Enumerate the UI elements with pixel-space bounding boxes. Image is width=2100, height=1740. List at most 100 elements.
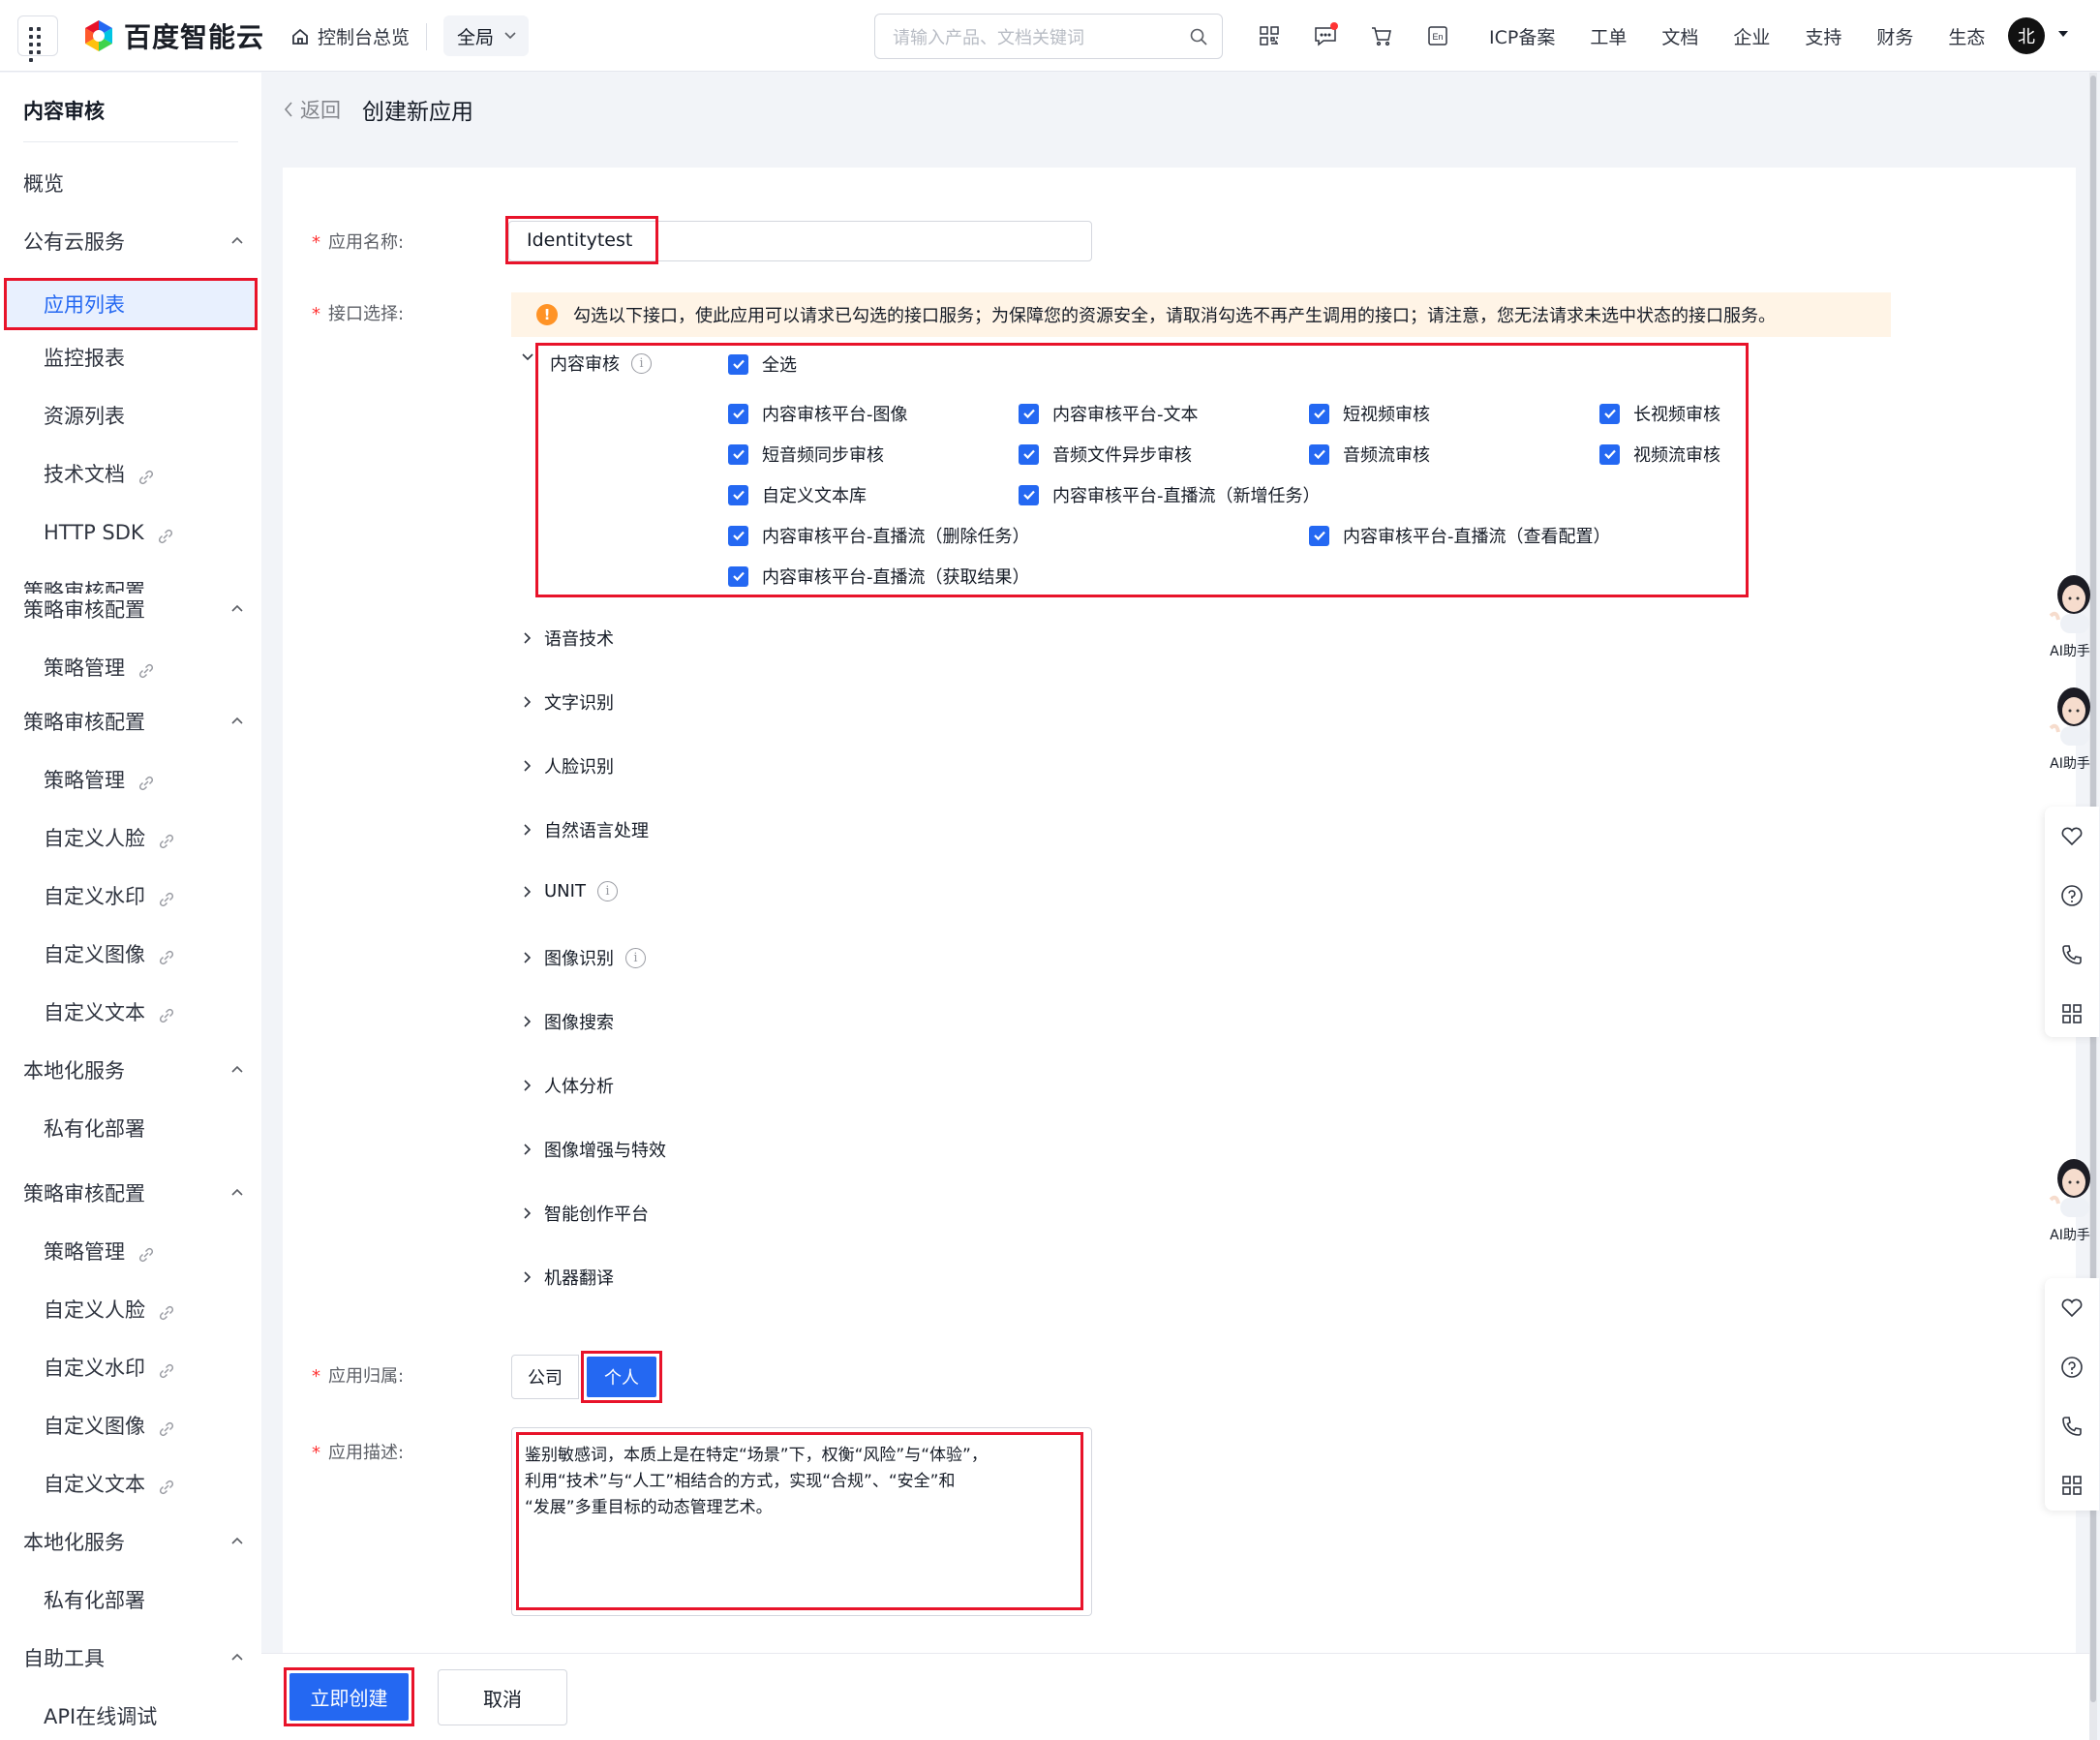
checkbox-label: 内容审核平台-直播流（删除任务） [762, 527, 1030, 547]
sidebar-item-custom-watermark[interactable]: 自定义水印 [0, 874, 261, 917]
top-link-finance[interactable]: 财务 [1876, 23, 1913, 49]
sidebar-item-custom-face[interactable]: 自定义人脸 [0, 816, 261, 859]
api-group-image-search[interactable]: 图像搜索 [523, 1009, 614, 1034]
api-group-ocr[interactable]: 文字识别 [523, 689, 614, 715]
checkbox-api-option[interactable]: 短音频同步审核 [728, 442, 884, 467]
api-group-speech[interactable]: 语音技术 [523, 626, 614, 651]
info-icon[interactable]: i [625, 947, 646, 968]
sidebar-item-app-list[interactable]: 应用列表 [4, 278, 258, 330]
phone-icon[interactable] [2045, 1396, 2099, 1455]
sidebar-item-tech-docs[interactable]: 技术文档 [0, 452, 261, 495]
top-link-icp[interactable]: ICP备案 [1489, 23, 1555, 49]
top-link-enterprise[interactable]: 企业 [1733, 23, 1770, 49]
sidebar-item-custom-watermark[interactable]: 自定义水印 [0, 1346, 261, 1389]
api-group-image-enhance[interactable]: 图像增强与特效 [523, 1137, 666, 1162]
sidebar-item-label: 策略审核配置 [23, 711, 145, 734]
sidebar-item-overview[interactable]: 概览 [0, 162, 261, 204]
back-button[interactable]: 返回 [283, 95, 341, 124]
checkbox-api-option[interactable]: 视频流审核 [1599, 442, 1720, 467]
api-group-body-analysis[interactable]: 人体分析 [523, 1073, 614, 1098]
sidebar-item-policy-manage[interactable]: 策略管理 [0, 1230, 261, 1272]
top-link-docs[interactable]: 文档 [1661, 23, 1698, 49]
apps-grid-icon[interactable] [2045, 1455, 2099, 1514]
region-scope-select[interactable]: 全局 [443, 15, 529, 56]
top-link-ticket[interactable]: 工单 [1590, 23, 1627, 49]
console-home-link[interactable]: 控制台总览 [290, 23, 410, 49]
sidebar-item-policy-manage[interactable]: 策略管理 [0, 758, 261, 801]
checkbox-api-option[interactable]: 内容审核平台-直播流（删除任务） [728, 523, 1030, 548]
sidebar-group-local-service[interactable]: 本地化服务 [0, 1049, 261, 1091]
sidebar-item-private-deploy[interactable]: 私有化部署 [0, 1107, 261, 1149]
checkbox-select-all[interactable]: 全选 [728, 351, 797, 377]
sidebar-group-policy-config[interactable]: 策略审核配置 [0, 588, 261, 630]
caret-down-icon[interactable] [2056, 27, 2070, 41]
sidebar-group-policy-config[interactable]: 策略审核配置 [0, 700, 261, 743]
ai-assistant-button[interactable]: AI助手 [2043, 1155, 2097, 1244]
sidebar-group-local-service[interactable]: 本地化服务 [0, 1520, 261, 1563]
sidebar-item-monitor-report[interactable]: 监控报表 [0, 336, 261, 379]
sidebar-item-label: 本地化服务 [23, 1531, 125, 1554]
api-group-label: 文字识别 [544, 693, 614, 714]
sidebar-group-public-cloud[interactable]: 公有云服务 [0, 220, 261, 262]
checkbox-api-option[interactable]: 内容审核平台-直播流（查看配置） [1309, 523, 1611, 548]
help-icon[interactable] [2045, 866, 2099, 925]
message-icon[interactable] [1311, 21, 1340, 50]
sidebar-group-self-tools[interactable]: 自助工具 [0, 1636, 261, 1679]
app-name-value[interactable]: Identitytest [505, 216, 658, 264]
top-link-support[interactable]: 支持 [1805, 23, 1841, 49]
api-group-content-audit[interactable]: 内容审核 i [550, 351, 652, 376]
favorite-icon[interactable] [2045, 807, 2099, 866]
api-group-face[interactable]: 人脸识别 [523, 753, 614, 778]
sidebar-item-private-deploy[interactable]: 私有化部署 [0, 1578, 261, 1621]
sidebar-item-api-debug[interactable]: API在线调试 [0, 1694, 261, 1737]
checkbox-api-option[interactable]: 内容审核平台-直播流（获取结果） [728, 564, 1030, 589]
sidebar-item-custom-text[interactable]: 自定义文本 [0, 1462, 261, 1505]
info-icon[interactable]: i [596, 881, 618, 901]
language-en-icon[interactable]: En [1423, 21, 1452, 50]
favorite-icon[interactable] [2045, 1278, 2099, 1337]
checkbox-api-option[interactable]: 短视频审核 [1309, 401, 1430, 426]
help-icon[interactable] [2045, 1337, 2099, 1396]
checkbox-api-option[interactable]: 长视频审核 [1599, 401, 1720, 426]
cart-icon[interactable] [1367, 21, 1396, 50]
owner-option-personal[interactable]: 个人 [587, 1357, 656, 1397]
sidebar-item-http-sdk[interactable]: HTTP SDK [0, 511, 261, 554]
checkbox-api-option[interactable]: 内容审核平台-文本 [1019, 401, 1199, 426]
search-input[interactable]: 请输入产品、文档关键词 [874, 14, 1223, 59]
sidebar-item-custom-image[interactable]: 自定义图像 [0, 1404, 261, 1447]
avatar[interactable]: 北 [2008, 17, 2045, 54]
apps-grid-icon[interactable] [2045, 984, 2099, 1043]
sidebar-group-policy-config[interactable]: 策略审核配置 [0, 1172, 261, 1214]
app-desc-value[interactable]: 鉴别敏感词，本质上是在特定“场景”下，权衡“风险”与“体验”， 利用“技术”与“… [516, 1432, 1083, 1610]
checkbox-api-option[interactable]: 内容审核平台-图像 [728, 401, 908, 426]
sidebar-item-label: 本地化服务 [23, 1059, 125, 1083]
cancel-button[interactable]: 取消 [438, 1669, 567, 1725]
chevron-down-icon[interactable] [521, 352, 534, 362]
checkbox-api-option[interactable]: 音频文件异步审核 [1019, 442, 1192, 467]
ai-assistant-button[interactable]: AI助手 [2043, 571, 2097, 660]
info-icon[interactable]: i [631, 352, 652, 374]
app-grid-icon[interactable] [17, 15, 58, 62]
sidebar-item-policy-manage[interactable]: 策略管理 [0, 646, 261, 688]
api-group-creation-platform[interactable]: 智能创作平台 [523, 1201, 649, 1226]
checkbox-checked-icon [1309, 525, 1329, 546]
checkbox-api-option[interactable]: 音频流审核 [1309, 442, 1430, 467]
ai-assistant-button[interactable]: AI助手 [2043, 684, 2097, 773]
qrcode-icon[interactable] [1255, 21, 1284, 50]
api-group-unit[interactable]: UNIT i [523, 881, 618, 901]
search-icon[interactable] [1189, 27, 1208, 46]
sidebar-item-custom-text[interactable]: 自定义文本 [0, 991, 261, 1033]
sidebar-item-custom-image[interactable]: 自定义图像 [0, 932, 261, 975]
sidebar-item-resource-list[interactable]: 资源列表 [0, 394, 261, 437]
checkbox-api-option[interactable]: 自定义文本库 [728, 482, 867, 507]
api-group-image-recognition[interactable]: 图像识别 i [523, 945, 646, 970]
api-group-machine-translation[interactable]: 机器翻译 [523, 1265, 614, 1290]
create-button[interactable]: 立即创建 [289, 1673, 409, 1721]
phone-icon[interactable] [2045, 925, 2099, 984]
baidu-cloud-logo[interactable]: 百度智能云 [81, 16, 264, 55]
sidebar-item-custom-face[interactable]: 自定义人脸 [0, 1288, 261, 1330]
api-group-nlp[interactable]: 自然语言处理 [523, 817, 649, 842]
top-link-ecosystem[interactable]: 生态 [1948, 23, 1985, 49]
owner-option-company[interactable]: 公司 [511, 1355, 579, 1399]
checkbox-api-option[interactable]: 内容审核平台-直播流（新增任务） [1019, 482, 1321, 507]
